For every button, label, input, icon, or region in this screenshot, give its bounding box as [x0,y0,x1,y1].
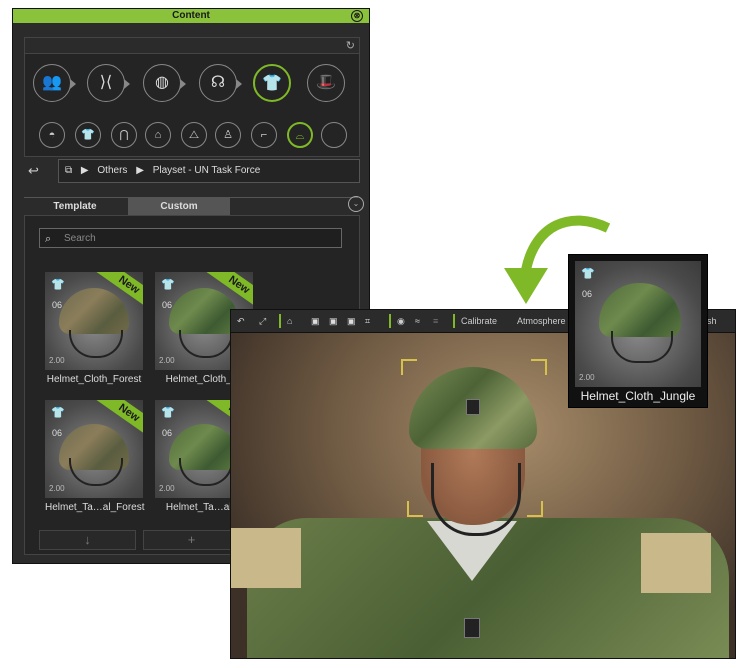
more-options-icon[interactable]: ⌄ [348,196,364,212]
search-input[interactable]: ⌕ Search [39,228,342,248]
calibrate-button[interactable]: Calibrate [461,310,497,332]
item-version: 2.00 [159,356,175,365]
tab-bar: Template Custom ⌄ [24,196,364,216]
item-thumbnail: 👕 06 2.00 New [45,272,143,370]
shirt-icon: 👕 [161,407,175,419]
atmosphere-button[interactable]: Atmosphere [517,310,566,332]
shirt-icon: 👕 [51,279,65,291]
search-placeholder: Search [64,233,96,244]
tab-custom[interactable]: Custom [128,198,230,216]
selection-corner [401,359,417,375]
back-icon[interactable]: ↩ [28,163,39,179]
item-version: 2.00 [579,373,595,382]
list-item[interactable]: 👕 06 2.00 New Helmet_Cloth_Forest [45,272,143,385]
tab-template[interactable]: Template [24,198,126,216]
selection-corner [407,501,423,517]
preview-thumbnail: 👕 06 2.00 [575,261,701,387]
breadcrumb-arrow-icon: ▶ [80,165,89,176]
home-icon[interactable]: ⌂ [287,310,292,332]
item-number: 06 [582,289,593,299]
breadcrumb-playset[interactable]: Playset - UN Task Force [153,165,261,176]
item-label: Helmet_Ta…al_Forest [45,502,145,513]
dress-icon[interactable]: ♙ [215,122,241,148]
breadcrumb: ⧉ ▶ Others ▶ Playset - UN Task Force [58,159,360,183]
hair-icon[interactable]: ◓ [39,122,65,148]
fit-icon[interactable]: ⤢ [259,310,266,332]
camera-1-icon[interactable]: ▣ [311,310,320,332]
wire-icon[interactable]: ≡ [433,310,438,332]
camera-3-icon[interactable]: ▣ [347,310,356,332]
accessory-icon[interactable]: 🎩 [307,64,345,102]
atmosphere-label: Atmosphere [517,316,566,326]
cloth-icon[interactable]: 👕 [253,64,291,102]
shirt-icon[interactable]: 👕 [75,122,101,148]
motion-icon[interactable]: ⟩⟨ [87,64,130,102]
shirt-icon: 👕 [161,279,175,291]
root-folder-icon[interactable]: ⧉ [65,165,72,176]
list-item[interactable]: 👕 06 2.00 New Helmet_Ta…al_Forest [45,400,145,513]
panel-title: Content [172,10,210,21]
calibrate-label: Calibrate [461,316,498,326]
shirt-icon: 👕 [51,407,65,419]
panel-titlebar: Content ⊗ [13,9,369,23]
camera-2-icon[interactable]: ▣ [329,310,338,332]
panel-header-bar: ↻ [24,37,360,54]
jacket-icon[interactable]: ⧍ [181,122,207,148]
item-thumbnail: 👕 06 2.00 New [45,400,143,498]
close-icon[interactable]: ⊗ [351,10,363,22]
download-button[interactable]: ↓ [39,530,136,550]
breadcrumb-others[interactable]: Others [97,165,127,176]
refresh-icon[interactable]: ↻ [346,39,355,52]
actor-icon[interactable]: 👥 [33,64,76,102]
shirt-icon: 👕 [581,268,595,280]
selection-corner [527,501,543,517]
breadcrumb-arrow-icon: ▶ [136,165,144,176]
selection-corner [531,359,547,375]
skirt-icon[interactable]: ⌂ [145,122,171,148]
drag-preview: 👕 06 2.00 Helmet_Cloth_Jungle [568,254,708,408]
item-version: 2.00 [49,356,65,365]
eye-icon[interactable]: ◉ [397,310,405,332]
empty-slot-icon[interactable] [321,122,347,148]
camera-4-icon[interactable]: ⌗ [365,310,370,332]
item-version: 2.00 [49,484,65,493]
item-version: 2.00 [159,484,175,493]
pants-icon[interactable]: ⋂ [111,122,137,148]
add-button[interactable]: + [143,530,240,550]
undo-icon[interactable]: ↶ [237,310,245,332]
item-number: 06 [162,428,173,438]
hanger-icon[interactable]: ⌓ [287,122,313,148]
breadcrumb-row: ↩ ⧉ ▶ Others ▶ Playset - UN Task Force [24,159,360,183]
item-number: 06 [52,428,63,438]
shoe-icon[interactable]: ⌐ [251,122,277,148]
material-icon[interactable]: ◍ [143,64,186,102]
visibility-icon[interactable]: ≈ [415,310,420,332]
category-panel: 👥 ⟩⟨ ◍ ☊ 👕 🎩 ◓ 👕 ⋂ ⌂ ⧍ ♙ ⌐ ⌓ [24,53,360,157]
preview-label: Helmet_Cloth_Jungle [580,389,696,403]
item-number: 06 [162,300,173,310]
search-icon: ⌕ [45,233,52,245]
item-label: Helmet_Cloth_Forest [46,374,142,385]
head-icon[interactable]: ☊ [199,64,242,102]
item-number: 06 [52,300,63,310]
